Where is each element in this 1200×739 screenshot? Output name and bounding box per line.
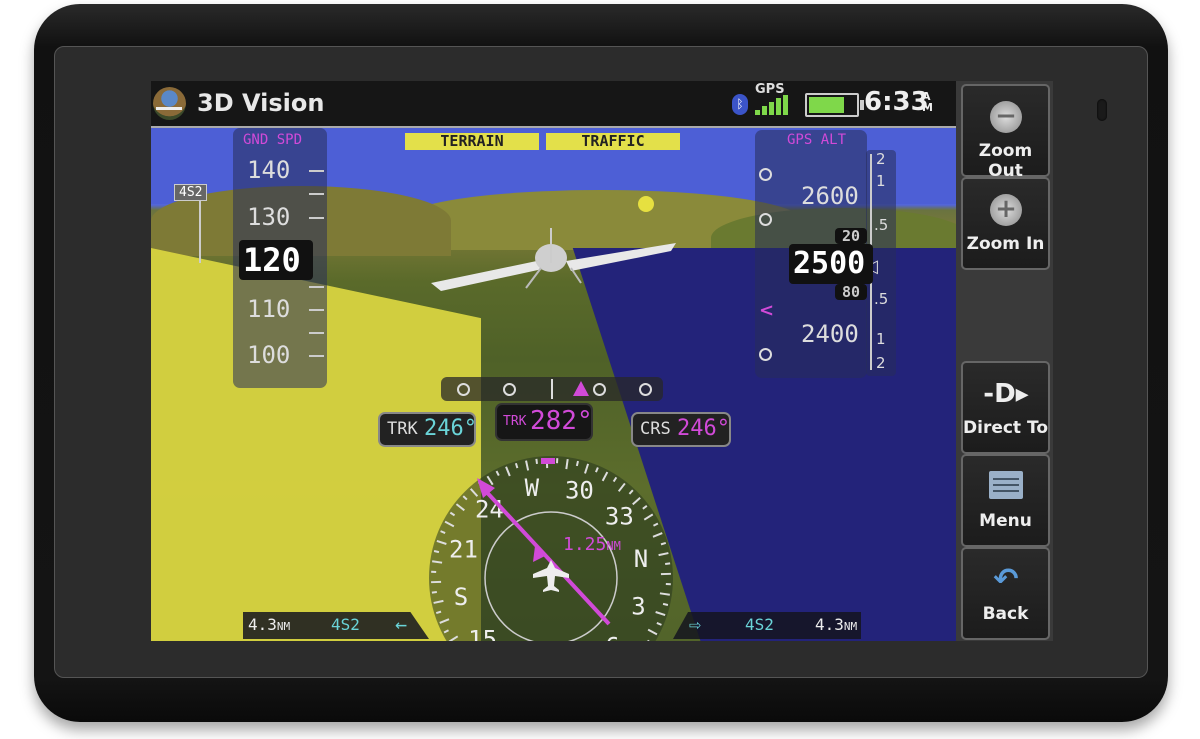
hsi-label: W [525, 474, 540, 502]
minus-icon: − [990, 101, 1022, 133]
direct-to-label: Direct To [963, 418, 1048, 438]
back-button[interactable]: ↶ Back [961, 547, 1050, 640]
menu-icon [989, 471, 1023, 499]
screen: 3D Vision ᛒ GPS 6:33 AM TERRAIN TRAFFIC … [151, 81, 956, 641]
hsi-label: N [634, 545, 648, 573]
bearing-pointer-right-info: ⇨ 4S2 4.3NM [673, 612, 861, 639]
zoom-in-button[interactable]: + Zoom In [961, 177, 1050, 270]
course-value: 246° [677, 416, 730, 441]
battery-icon [805, 93, 864, 117]
title-bar: 3D Vision ᛒ GPS 6:33 AM [151, 81, 956, 128]
hsi-label: 21 [449, 536, 478, 564]
ownship-3d-aircraft [431, 228, 676, 291]
sun [638, 196, 654, 212]
speed-tick: 100 [247, 341, 291, 369]
distance-unit: NM [843, 620, 858, 633]
hsi-label: 33 [605, 502, 634, 530]
synthetic-vision-view: TERRAIN TRAFFIC 4S2 GND SPD 140 130 110 … [151, 128, 956, 641]
hsi-compass: W 3033N36S212415 1.25NM [429, 456, 673, 641]
plus-icon: + [990, 194, 1022, 226]
altitude-readout: 2500 [789, 244, 873, 284]
gps-signal-icon [755, 95, 795, 115]
course-label: CRS [640, 419, 671, 439]
hsi-label: 3 [631, 592, 645, 620]
hsi-tick [431, 591, 437, 594]
battery-level [809, 97, 844, 113]
menu-button[interactable]: Menu [961, 454, 1050, 547]
speed-tick: 140 [247, 156, 291, 184]
waypoint-flagpole [199, 201, 201, 263]
vsi-label: .5 [874, 216, 889, 234]
vsi-label: 1 [876, 172, 886, 190]
hsi-label: 30 [565, 477, 594, 505]
waypoint-id: 4S2 [331, 615, 360, 634]
hsi-label: 15 [468, 626, 497, 641]
current-track-box: TRK 282° [495, 403, 593, 441]
distance-value: 4.3 [815, 615, 844, 634]
lateral-deviation-bar [441, 377, 663, 401]
vsi-label: .5 [874, 290, 889, 308]
hsi-tick [659, 592, 670, 596]
hsi-tick [660, 541, 667, 546]
track-value: 282° [530, 406, 593, 436]
zoom-out-button[interactable]: − Zoom Out [961, 84, 1050, 181]
speed-tick: 130 [247, 203, 291, 231]
speed-tick: 110 [247, 295, 291, 323]
altitude-tick: 2600 [801, 182, 859, 210]
altitude-roller-below: 80 [835, 284, 867, 300]
altitude-bug-icon: < [759, 300, 775, 321]
hsi-tick [665, 562, 671, 565]
zoom-out-label: Zoom Out [978, 141, 1033, 181]
track-label: TRK [387, 419, 418, 439]
page-title: 3D Vision [197, 89, 325, 117]
distance-value: 4.3 [248, 615, 277, 634]
back-arrow-icon: ↶ [993, 562, 1019, 597]
hsi-label: 24 [475, 496, 504, 524]
light-sensor [1097, 99, 1107, 121]
hsi-tick [514, 462, 519, 469]
hsi-tick [575, 460, 579, 467]
distance-unit: NM [276, 620, 291, 633]
hsi-label: 6 [605, 632, 619, 641]
speed-tape-label: GND SPD [243, 132, 303, 148]
terrain-annunciator[interactable]: TERRAIN [405, 133, 539, 150]
bluetooth-icon: ᛒ [732, 94, 748, 115]
vsi-label: 2 [876, 354, 886, 372]
clock: 6:33 [864, 87, 929, 117]
waypoint-id: 4S2 [745, 615, 774, 634]
vsi-label: 1 [876, 330, 886, 348]
hsi-tick [662, 602, 669, 606]
3d-vision-app-icon [153, 87, 186, 120]
hsi-tick [435, 610, 442, 615]
direct-to-button[interactable]: -D▸ Direct To [961, 361, 1050, 454]
button-rail: − Zoom Out + Zoom In -D▸ Direct To Menu … [956, 81, 1053, 641]
hsi-tick [535, 458, 538, 464]
altitude-tape-label: GPS ALT [787, 132, 847, 148]
clock-ampm: AM [922, 90, 933, 114]
altitude-roller-above: 20 [835, 228, 867, 244]
zoom-in-label: Zoom In [966, 234, 1045, 254]
back-label: Back [982, 604, 1029, 624]
bearing-arrow-right-icon: ⇨ [689, 612, 702, 636]
bearing-pointer-left-info: 4.3NM 4S2 ← [243, 612, 429, 639]
course-deviation-indicator-icon [573, 381, 589, 396]
waypoint-flag: 4S2 [174, 184, 208, 201]
hsi-tick [433, 550, 440, 554]
hsi-label: S [454, 583, 468, 611]
altitude-tick: 2400 [801, 320, 859, 348]
hsi-tick [432, 560, 443, 564]
traffic-annunciator[interactable]: TRAFFIC [546, 133, 680, 150]
hsi-tick [565, 459, 569, 470]
menu-label: Menu [979, 511, 1032, 531]
vsi-label: 2 [876, 150, 886, 168]
direct-to-icon: -D▸ [983, 379, 1029, 409]
bearing-arrow-left-icon: ← [395, 612, 408, 636]
ground-speed-readout: 120 [239, 240, 313, 280]
track-label: TRK [503, 414, 527, 429]
